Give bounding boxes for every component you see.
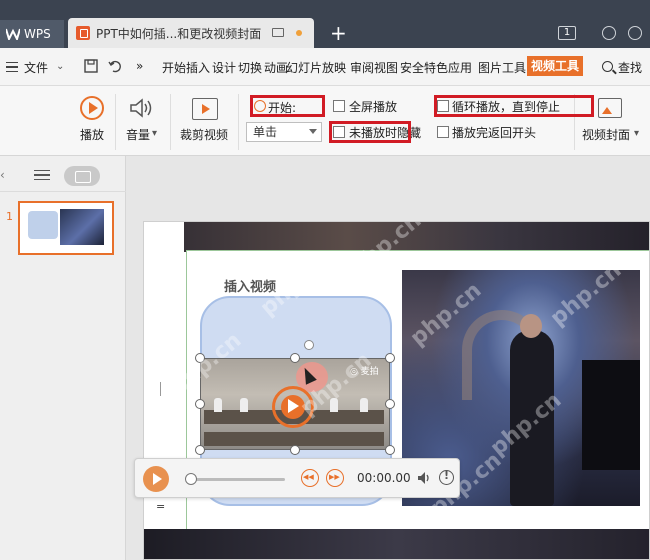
slide-number: 1 <box>6 210 13 223</box>
wps-logo-icon <box>6 28 20 40</box>
menu-slideshow[interactable]: 幻灯片放映 <box>286 59 346 76</box>
outline-view-icon[interactable] <box>34 170 50 180</box>
rewind-after-label[interactable]: 播放完返回开头 <box>452 124 536 141</box>
player-progress-knob[interactable] <box>185 473 197 485</box>
title-tab-bar: WPS PPT中如何插...和更改视频封面 + 1 <box>0 0 650 48</box>
monitor-icon[interactable] <box>272 28 284 37</box>
new-tab-button[interactable]: + <box>330 20 347 46</box>
volume-icon[interactable] <box>128 98 154 118</box>
slide-background-bottom <box>144 529 649 559</box>
volume-dropdown-icon[interactable]: ▾ <box>152 128 157 139</box>
window-count-badge[interactable]: 1 <box>558 26 576 40</box>
select-arrow-icon <box>309 129 317 134</box>
slide-panel-toolbar: ‹ <box>0 156 126 192</box>
fullscreen-checkbox[interactable] <box>333 100 345 112</box>
play-triangle-icon <box>288 399 299 413</box>
resize-handle[interactable] <box>385 445 395 455</box>
resize-handle[interactable] <box>290 445 300 455</box>
resize-handle[interactable] <box>195 399 205 409</box>
player-volume-icon[interactable] <box>417 471 431 485</box>
menu-design[interactable]: 设计 <box>212 59 236 76</box>
more-chevron-icon[interactable]: » <box>136 59 143 73</box>
menu-hamburger-icon[interactable] <box>6 62 18 72</box>
start-select[interactable]: 单击 <box>246 122 322 142</box>
play-icon[interactable] <box>80 96 104 120</box>
menu-home[interactable]: 开始 <box>162 59 186 76</box>
video-player-bar: 00:00.00 <box>134 458 460 498</box>
menu-video-tools[interactable]: 视频工具 <box>527 56 583 76</box>
trim-video-label[interactable]: 裁剪视频 <box>180 126 228 143</box>
slide-marker <box>160 382 161 396</box>
slide-panel: ‹ 1 <box>0 156 126 560</box>
search-label[interactable]: 查找 <box>618 59 642 76</box>
slide-canvas: 插入视频 ◎ 麦拍 php.cn php.cn php.cn php.cn ph… <box>126 156 650 560</box>
volume-button-label[interactable]: 音量 <box>126 126 150 143</box>
menu-bar: 文件 ⌄ » 开始 插入 设计 切换 动画 幻灯片放映 审阅 视图 安全 特色应… <box>0 48 650 86</box>
menu-transition[interactable]: 切换 <box>238 59 262 76</box>
menu-review[interactable]: 审阅 <box>350 59 374 76</box>
thumb-video-image <box>60 209 104 245</box>
menu-file[interactable]: 文件 <box>24 59 48 76</box>
performer-head <box>520 314 542 338</box>
ribbon-separator <box>170 94 171 150</box>
rewind-icon[interactable] <box>301 469 319 487</box>
resize-handle[interactable] <box>290 353 300 363</box>
rotate-handle[interactable] <box>304 340 314 350</box>
chevron-down-icon[interactable]: ⌄ <box>56 61 64 72</box>
save-icon[interactable] <box>84 59 98 73</box>
player-progress-track[interactable] <box>187 478 285 481</box>
fullscreen-label[interactable]: 全屏播放 <box>349 98 397 115</box>
cover-dropdown-icon[interactable]: ▾ <box>634 128 639 139</box>
rewind-after-checkbox[interactable] <box>437 126 449 138</box>
unsaved-dot-icon <box>296 30 302 36</box>
settings-icon[interactable] <box>628 26 642 40</box>
ribbon-separator <box>115 94 116 150</box>
menu-view[interactable]: 视图 <box>374 59 398 76</box>
slide[interactable]: 插入视频 ◎ 麦拍 php.cn php.cn php.cn php.cn ph… <box>143 221 650 560</box>
video-cover-icon[interactable] <box>598 98 622 118</box>
menu-security[interactable]: 安全 <box>400 59 424 76</box>
thumbnail-view-toggle[interactable] <box>64 166 100 186</box>
resize-handle[interactable] <box>385 399 395 409</box>
highlight-hide <box>329 121 411 143</box>
player-info-icon[interactable] <box>439 469 454 485</box>
collapse-arrow-icon[interactable]: ‹ <box>0 168 5 182</box>
tab-wps-label: WPS <box>24 27 51 41</box>
slide-thumbnail[interactable] <box>18 201 114 255</box>
search-icon[interactable] <box>602 61 613 72</box>
resize-handle[interactable] <box>385 353 395 363</box>
piano-shape <box>582 360 640 470</box>
menu-animation[interactable]: 动画 <box>264 59 288 76</box>
highlight-loop <box>434 95 594 117</box>
ppt-file-icon <box>76 26 90 40</box>
player-time: 00:00.00 <box>357 471 411 485</box>
wps-window: WPS PPT中如何插...和更改视频封面 + 1 文件 ⌄ » 开始 插入 设… <box>0 0 650 560</box>
fast-forward-icon[interactable] <box>326 469 344 487</box>
thumb-video-panel <box>28 211 58 239</box>
tab-wps-home[interactable]: WPS <box>0 20 64 48</box>
start-select-value: 单击 <box>253 125 278 139</box>
trim-video-icon[interactable] <box>192 98 218 120</box>
highlight-start <box>250 95 325 117</box>
tab-document-title: PPT中如何插...和更改视频封面 <box>96 26 262 41</box>
menu-insert[interactable]: 插入 <box>186 59 210 76</box>
menu-picture-tools[interactable]: 图片工具 <box>478 59 526 76</box>
video-cover-label[interactable]: 视频封面 <box>582 126 630 143</box>
undo-icon[interactable] <box>108 59 122 73</box>
play-button-label[interactable]: 播放 <box>80 126 104 143</box>
skin-icon[interactable] <box>602 26 616 40</box>
menu-features[interactable]: 特色应用 <box>424 59 472 76</box>
player-play-button[interactable] <box>143 466 169 492</box>
slide-notes-marker: = <box>156 500 166 513</box>
resize-handle[interactable] <box>195 445 205 455</box>
ribbon-separator <box>238 94 239 150</box>
